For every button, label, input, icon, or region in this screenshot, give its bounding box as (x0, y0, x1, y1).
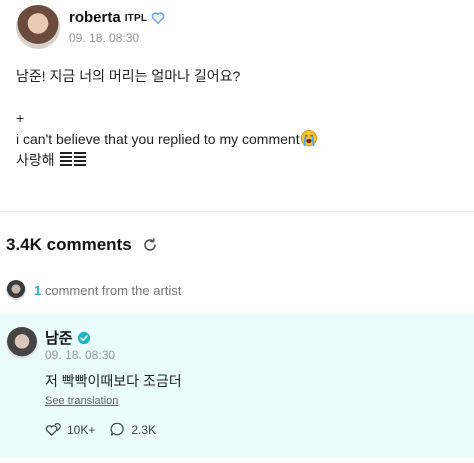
block-glyph-icon (59, 152, 86, 166)
reply-button[interactable]: 2.3K (109, 421, 156, 438)
artist-comment-count: 1 (34, 282, 42, 298)
post-line: + (16, 110, 25, 126)
post-line-text: 사랑해 (16, 152, 55, 168)
comments-count: 3.4K comments (6, 235, 132, 254)
artist-author: 남준 (45, 327, 91, 348)
post-timestamp: 09. 18. 08:30 (69, 31, 140, 45)
reply-count: 2.3K (131, 422, 157, 437)
heart-badge-icon (151, 11, 165, 24)
post-body: 남준! 지금 너의 머리는 얼마나 길어요? + i can't believe… (16, 66, 462, 171)
author-name[interactable]: roberta (69, 9, 121, 26)
refresh-icon[interactable] (142, 237, 158, 253)
artist-mini-avatar (6, 280, 26, 300)
artist-name[interactable]: 남준 (45, 327, 73, 348)
post-author: roberta ITPL (69, 9, 165, 26)
fan-post: roberta ITPL 09. 18. 08:30 남준! 지금 너의 머리는 … (0, 0, 474, 212)
post-line-korean: 사랑해 (16, 150, 462, 171)
artist-comment-timestamp: 09. 18. 08:30 (45, 348, 116, 362)
artist-filter-label: 1 comment from the artist (34, 283, 181, 298)
like-button[interactable]: 10K+ (45, 421, 95, 438)
verified-check-icon (77, 331, 90, 344)
comment-actions: 10K+ 2.3K (45, 421, 156, 438)
author-tag: ITPL (124, 13, 148, 24)
artist-comment: 남준 09. 18. 08:30 저 빡빡이때보다 조금더 See transl… (0, 314, 474, 457)
artist-avatar[interactable] (6, 327, 38, 359)
post-line: 남준! 지금 너의 머리는 얼마나 길어요? (16, 68, 241, 84)
double-heart-icon (45, 423, 61, 436)
see-translation-link[interactable]: See translation (45, 395, 118, 407)
post-line (16, 87, 462, 108)
loudly-crying-face-icon (300, 129, 317, 147)
post-line-text: i can't believe that you replied to my c… (16, 131, 300, 147)
like-count: 10K+ (67, 422, 96, 437)
artist-comment-filter[interactable]: 1 comment from the artist (6, 280, 181, 300)
artist-comment-text: 저 빡빡이때보다 조금더 (45, 373, 182, 389)
author-avatar[interactable] (16, 5, 60, 49)
artist-filter-text: comment from the artist (44, 282, 182, 298)
speech-bubble-icon (110, 422, 125, 436)
comments-header: 3.4K comments (6, 235, 158, 255)
post-line-with-emoji: i can't believe that you replied to my c… (16, 129, 462, 150)
